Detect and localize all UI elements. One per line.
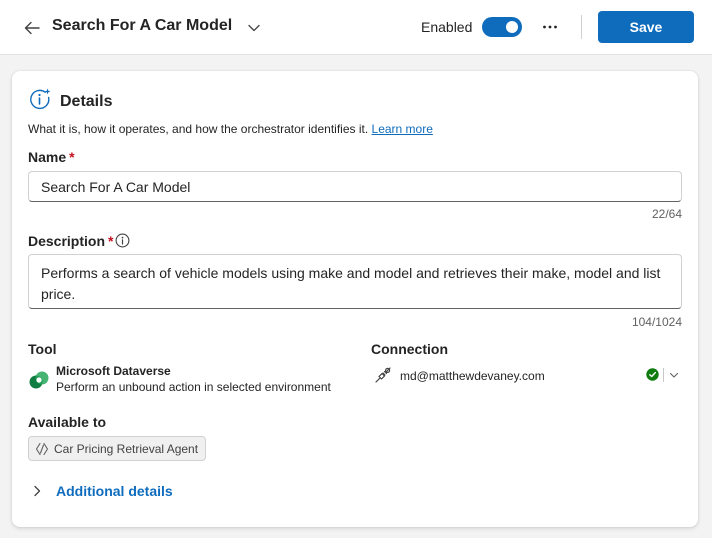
info-icon[interactable] (115, 233, 130, 248)
description-label: Description * (28, 233, 113, 249)
available-to-label: Available to (28, 414, 107, 430)
description-char-counter: 104/1024 (631, 315, 682, 329)
enabled-toggle[interactable] (482, 17, 522, 37)
tool-description: Perform an unbound action in selected en… (56, 380, 331, 394)
toggle-knob (506, 21, 518, 33)
name-label: Name * (28, 149, 75, 165)
header-divider (581, 15, 582, 39)
chevron-right-icon (34, 485, 41, 497)
save-button[interactable]: Save (598, 11, 694, 43)
tool-name: Microsoft Dataverse (56, 364, 171, 378)
name-char-counter: 22/64 (651, 207, 682, 221)
chevron-down-icon (248, 24, 260, 32)
required-mark: * (69, 149, 75, 165)
connection-label: Connection (371, 341, 448, 357)
info-sparkle-icon (30, 88, 51, 110)
agent-icon (35, 442, 49, 455)
agent-chip[interactable]: Car Pricing Retrieval Agent (28, 436, 207, 461)
connection-email: md@matthewdevaney.com (400, 369, 545, 383)
more-options-button[interactable] (538, 17, 562, 37)
details-description-text: What it is, how it operates, and how the… (28, 122, 369, 136)
agent-chip-label: Car Pricing Retrieval Agent (54, 441, 199, 456)
arrow-left-icon (24, 21, 40, 35)
details-heading: Details (60, 93, 113, 110)
required-mark: * (108, 233, 114, 249)
dataverse-logo-icon (29, 371, 49, 389)
details-card: Details What it is, how it operates, and… (12, 71, 698, 527)
additional-details-label: Additional details (56, 483, 173, 499)
details-description: What it is, how it operates, and how the… (28, 122, 433, 136)
top-bar: Search For A Car Model Enabled Save (0, 0, 712, 55)
title-dropdown-button[interactable] (244, 18, 264, 38)
chevron-down-icon (669, 372, 679, 378)
additional-details-toggle[interactable]: Additional details (30, 481, 173, 501)
tool-label: Tool (28, 341, 57, 357)
plug-icon (375, 367, 391, 383)
description-input[interactable]: Performs a search of vehicle models usin… (28, 254, 682, 309)
back-button[interactable] (20, 16, 44, 40)
connection-dropdown-button[interactable] (667, 368, 681, 382)
checkmark-circle-icon (646, 368, 659, 381)
learn-more-link[interactable]: Learn more (372, 122, 433, 136)
enabled-label: Enabled (421, 19, 473, 35)
description-label-text: Description (28, 233, 106, 249)
connection-separator (663, 368, 664, 382)
name-input[interactable]: Search For A Car Model (28, 171, 682, 202)
page-title: Search For A Car Model (52, 17, 233, 34)
name-label-text: Name (28, 149, 67, 165)
more-horizontal-icon (543, 25, 557, 29)
